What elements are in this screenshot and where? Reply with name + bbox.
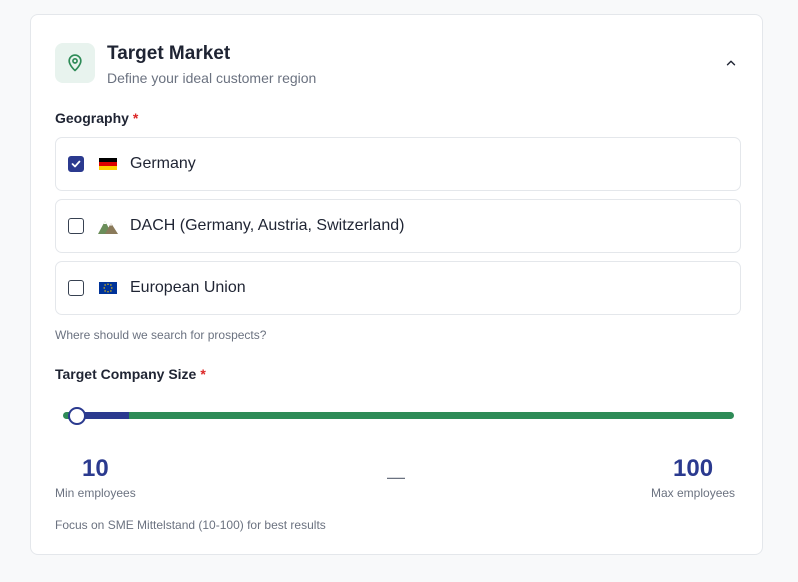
company-size-label-text: Target Company Size — [55, 366, 197, 382]
map-pin-icon — [55, 43, 95, 83]
eu-flag-icon — [98, 281, 118, 295]
eu-checkbox[interactable] — [68, 280, 84, 296]
section-title: Target Market — [107, 43, 231, 64]
company-size-label: Target Company Size * — [55, 366, 206, 382]
chevron-up-icon — [724, 56, 738, 75]
geography-helper-text: Where should we search for prospects? — [55, 328, 267, 342]
geography-option-germany[interactable]: Germany — [55, 137, 741, 191]
min-employees-value: 10 — [82, 455, 109, 482]
option-label: Germany — [130, 155, 196, 172]
required-mark: * — [132, 110, 139, 126]
max-employees-label: Max employees — [651, 486, 736, 500]
mountain-icon — [98, 219, 118, 234]
company-size-slider-handle[interactable] — [68, 407, 86, 425]
required-mark: * — [200, 366, 206, 382]
min-employees-label: Min employees — [55, 486, 136, 500]
target-market-card: Target Market Define your ideal customer… — [30, 14, 763, 555]
option-label: DACH (Germany, Austria, Switzerland) — [130, 217, 405, 234]
company-size-slider-track[interactable] — [63, 412, 734, 419]
company-size-helper-text: Focus on SME Mittelstand (10-100) for be… — [55, 518, 326, 532]
germany-checkbox[interactable] — [68, 156, 84, 172]
max-employees-value: 100 — [673, 455, 714, 482]
range-separator: — — [387, 467, 405, 487]
geography-label-text: Geography — [55, 110, 129, 126]
option-label: European Union — [130, 279, 246, 296]
geography-label: Geography * — [55, 110, 138, 126]
collapse-button[interactable] — [719, 53, 743, 77]
geography-option-eu[interactable]: European Union — [55, 261, 741, 315]
geography-option-dach[interactable]: DACH (Germany, Austria, Switzerland) — [55, 199, 741, 253]
germany-flag-icon — [98, 157, 118, 171]
dach-checkbox[interactable] — [68, 218, 84, 234]
section-subtitle: Define your ideal customer region — [107, 70, 317, 86]
